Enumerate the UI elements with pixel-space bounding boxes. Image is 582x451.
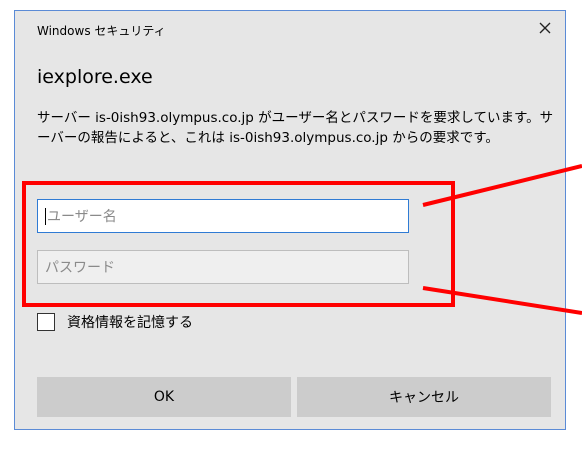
text-caret: [45, 207, 46, 225]
cancel-button[interactable]: キャンセル: [297, 377, 551, 417]
remember-credentials[interactable]: 資格情報を記憶する: [37, 312, 193, 332]
app-name: iexplore.exe: [37, 66, 153, 88]
auth-message: サーバー is-0ish93.olympus.co.jp がユーザー名とパスワー…: [37, 110, 554, 146]
window-title: Windows セキュリティ: [37, 24, 166, 38]
password-placeholder: パスワード: [45, 260, 115, 276]
title-bar: Windows セキュリティ: [15, 11, 565, 45]
username-placeholder: ユーザー名: [47, 209, 117, 225]
remember-checkbox[interactable]: [37, 313, 55, 331]
username-field[interactable]: ユーザー名: [37, 199, 409, 233]
ok-button[interactable]: OK: [37, 377, 291, 417]
close-icon: [539, 22, 551, 34]
close-button[interactable]: [531, 15, 559, 41]
remember-label: 資格情報を記憶する: [67, 315, 193, 331]
login-dialog: Windows セキュリティ iexplore.exe サーバー is-0ish…: [14, 10, 566, 430]
password-field[interactable]: パスワード: [37, 250, 409, 284]
